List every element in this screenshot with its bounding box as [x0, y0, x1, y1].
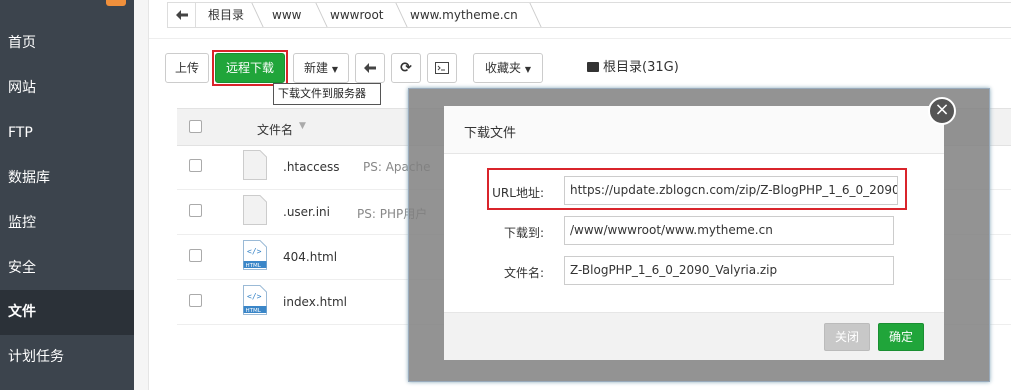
svg-text:HTML: HTML: [246, 263, 262, 269]
notification-badge: [106, 0, 126, 6]
back-arrow-icon[interactable]: [168, 3, 196, 27]
destination-label: 下载到:: [503, 226, 544, 240]
terminal-icon: [435, 62, 449, 74]
favorites-dropdown-button[interactable]: 收藏夹 ▼: [473, 53, 543, 83]
file-name[interactable]: 404.html: [283, 250, 337, 264]
sidebar-item-cron[interactable]: 计划任务: [0, 335, 134, 380]
sidebar-item-security[interactable]: 安全: [0, 246, 134, 291]
caret-down-icon: ▼: [331, 65, 338, 74]
blank-file-icon: [243, 195, 267, 225]
refresh-icon: ⟳: [400, 60, 412, 76]
favorites-button-label: 收藏夹: [485, 61, 522, 75]
svg-text:</>: </>: [247, 292, 262, 301]
sidebar-item-website[interactable]: 网站: [0, 66, 134, 111]
arrow-left-icon: [364, 63, 376, 73]
row-checkbox[interactable]: [189, 294, 202, 307]
breadcrumb-wwwroot[interactable]: wwwroot: [330, 3, 384, 27]
html-file-icon: </> HTML: [243, 240, 267, 270]
upload-button[interactable]: 上传: [165, 53, 209, 83]
tooltip: 下载文件到服务器: [273, 83, 381, 105]
dialog-header: 下载文件: [444, 106, 944, 154]
back-button[interactable]: [355, 53, 385, 83]
disk-info[interactable]: 根目录(31G): [587, 58, 679, 78]
dialog-footer: 关闭 确定: [444, 312, 944, 360]
remote-download-button[interactable]: 远程下载: [215, 53, 285, 83]
terminal-button[interactable]: [427, 53, 457, 83]
svg-text:HTML: HTML: [246, 308, 262, 314]
caret-down-icon: ▼: [524, 65, 531, 74]
url-label: URL地址:: [492, 186, 544, 200]
breadcrumb-separator: [304, 3, 328, 27]
destination-input[interactable]: /www/wwwroot/www.mytheme.cn: [564, 216, 894, 245]
disk-label: 根目录(31G): [603, 60, 679, 75]
url-input[interactable]: https://update.zblogcn.com/zip/Z-BlogPHP…: [564, 176, 898, 205]
sidebar: 首页 网站 FTP 数据库 监控 安全 文件 计划任务: [0, 0, 134, 390]
sidebar-item-monitor[interactable]: 监控: [0, 201, 134, 246]
file-name[interactable]: .user.ini: [283, 205, 330, 219]
confirm-button[interactable]: 确定: [878, 323, 924, 351]
close-button[interactable]: 关闭: [824, 323, 870, 351]
breadcrumb: 根目录 www wwwroot www.mytheme.cn: [167, 2, 1011, 28]
breadcrumb-www[interactable]: www: [272, 3, 301, 27]
sidebar-item-ftp[interactable]: FTP: [0, 111, 134, 156]
row-checkbox[interactable]: [189, 204, 202, 217]
breadcrumb-separator: [518, 3, 542, 27]
sidebar-item-database[interactable]: 数据库: [0, 156, 134, 201]
html-file-icon: </> HTML: [243, 285, 267, 315]
breadcrumb-separator: [384, 3, 408, 27]
refresh-button[interactable]: ⟳: [391, 53, 421, 83]
hard-drive-icon: [587, 62, 599, 72]
filename-label: 文件名:: [503, 266, 544, 280]
select-all-checkbox[interactable]: [189, 120, 202, 133]
file-name[interactable]: .htaccess: [283, 160, 340, 174]
row-checkbox[interactable]: [189, 159, 202, 172]
divider: [149, 38, 1011, 39]
breadcrumb-site[interactable]: www.mytheme.cn: [410, 3, 518, 27]
sidebar-item-home[interactable]: 首页: [0, 21, 134, 66]
column-header-filename[interactable]: 文件名: [257, 121, 293, 138]
breadcrumb-root[interactable]: 根目录: [208, 3, 244, 27]
download-file-dialog: 下载文件 URL地址: https://update.zblogcn.com/z…: [444, 106, 944, 360]
new-dropdown-button[interactable]: 新建 ▼: [293, 53, 349, 83]
dialog-title: 下载文件: [464, 126, 517, 141]
filename-input[interactable]: Z-BlogPHP_1_6_0_2090_Valyria.zip: [564, 256, 894, 285]
row-checkbox[interactable]: [189, 249, 202, 262]
sort-caret-icon[interactable]: ▼: [299, 121, 306, 131]
blank-file-icon: [243, 150, 267, 180]
file-name[interactable]: index.html: [283, 295, 347, 309]
close-icon[interactable]: ×: [928, 97, 956, 125]
svg-text:</>: </>: [247, 247, 262, 256]
sidebar-item-files[interactable]: 文件: [0, 290, 134, 335]
new-button-label: 新建: [304, 61, 329, 75]
